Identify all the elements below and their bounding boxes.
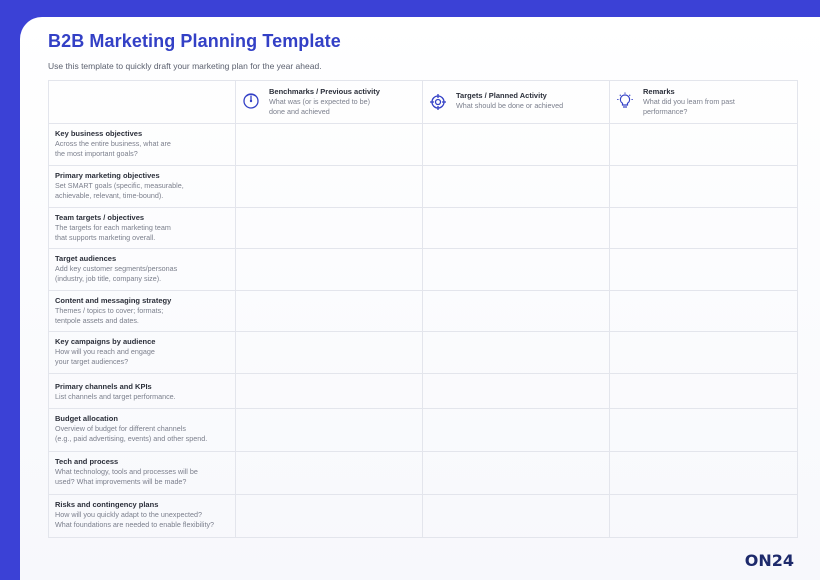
row-description: Add key customer segments/personas (indu… [55,264,178,283]
benchmark-input-cell[interactable] [235,248,423,291]
row-title: Risks and contingency plans [55,500,159,509]
target-input-cell[interactable] [422,290,610,332]
target-input-cell[interactable] [422,451,610,495]
row-label-cell: Key campaigns by audience How will you re… [48,331,236,374]
target-input-cell[interactable] [422,123,610,166]
column-description: What was (or is expected to be) done and… [269,97,371,116]
table-row: Primary channels and KPIs List channels a… [48,373,798,409]
page-title: B2B Marketing Planning Template [48,31,341,51]
benchmark-dial-icon [242,92,260,110]
target-input-cell[interactable] [422,331,610,374]
table-row: Tech and process What technology, tools a… [48,451,798,495]
planning-table: Benchmarks / Previous activity What was … [48,80,798,538]
header-benchmarks: Benchmarks / Previous activity What was … [235,80,423,124]
header-blank-cell [48,80,236,124]
benchmark-input-cell[interactable] [235,165,423,208]
target-input-cell[interactable] [422,165,610,208]
column-description: What did you learn from past performance… [643,97,735,116]
row-description: Set SMART goals (specific, measurable, a… [55,181,184,200]
remarks-input-cell[interactable] [609,494,798,538]
benchmark-input-cell[interactable] [235,123,423,166]
row-description: List channels and target performance. [55,392,176,401]
row-title: Tech and process [55,457,119,466]
benchmark-input-cell[interactable] [235,494,423,538]
row-title: Key business objectives [55,129,143,138]
table-row: Key business objectives Across the entire… [48,123,798,166]
on24-logo: ON24 [745,551,794,570]
table-row: Budget allocation Overview of budget for … [48,408,798,452]
row-label-cell: Target audiences Add key customer segment… [48,248,236,291]
row-description: How will you quickly adapt to the unexpe… [55,510,215,529]
row-label-cell: Content and messaging strategy Themes / t… [48,290,236,332]
remarks-input-cell[interactable] [609,123,798,166]
remarks-input-cell[interactable] [609,331,798,374]
table-row: Primary marketing objectives Set SMART go… [48,165,798,208]
table-row: Key campaigns by audience How will you re… [48,331,798,374]
table-header-row: Benchmarks / Previous activity What was … [48,80,798,124]
row-title: Primary marketing objectives [55,171,160,180]
row-title: Content and messaging strategy [55,296,172,305]
benchmark-input-cell[interactable] [235,290,423,332]
row-label-cell: Key business objectives Across the entire… [48,123,236,166]
row-description: What technology, tools and processes wil… [55,467,198,486]
remarks-input-cell[interactable] [609,207,798,249]
row-description: Across the entire business, what are the… [55,139,171,158]
target-input-cell[interactable] [422,408,610,452]
row-label-cell: Team targets / objectives The targets for… [48,207,236,249]
header-targets: Targets / Planned Activity What should b… [422,80,610,124]
row-label-cell: Tech and process What technology, tools a… [48,451,236,495]
remarks-input-cell[interactable] [609,451,798,495]
lightbulb-icon [616,92,634,110]
planning-template-card: B2B Marketing Planning Template Use this… [20,17,820,580]
row-description: Themes / topics to cover; formats; tentp… [55,306,164,325]
benchmark-input-cell[interactable] [235,451,423,495]
remarks-input-cell[interactable] [609,290,798,332]
row-description: The targets for each marketing team that… [55,223,171,242]
row-title: Budget allocation [55,414,118,423]
remarks-input-cell[interactable] [609,248,798,291]
table-row: Content and messaging strategy Themes / t… [48,290,798,332]
target-input-cell[interactable] [422,207,610,249]
row-description: Overview of budget for different channel… [55,424,208,443]
remarks-input-cell[interactable] [609,408,798,452]
header-remarks: Remarks What did you learn from past per… [609,80,798,124]
row-title: Team targets / objectives [55,213,145,222]
row-label-cell: Risks and contingency plans How will you … [48,494,236,538]
row-title: Key campaigns by audience [55,337,156,346]
target-input-cell[interactable] [422,373,610,409]
table-row: Target audiences Add key customer segment… [48,248,798,291]
benchmark-input-cell[interactable] [235,408,423,452]
row-label-cell: Primary marketing objectives Set SMART go… [48,165,236,208]
table-row: Team targets / objectives The targets for… [48,207,798,249]
table-row: Risks and contingency plans How will you … [48,494,798,538]
row-label-cell: Primary channels and KPIs List channels a… [48,373,236,409]
logo-text: ON24 [744,551,794,570]
benchmark-input-cell[interactable] [235,373,423,409]
target-input-cell[interactable] [422,494,610,538]
page-subtitle: Use this template to quickly draft your … [48,61,322,71]
row-title: Primary channels and KPIs [55,382,152,391]
row-label-cell: Budget allocation Overview of budget for … [48,408,236,452]
remarks-input-cell[interactable] [609,165,798,208]
column-title: Targets / Planned Activity [456,91,547,100]
row-description: How will you reach and engage your targe… [55,347,155,366]
benchmark-input-cell[interactable] [235,331,423,374]
target-crosshair-icon [429,93,447,111]
remarks-input-cell[interactable] [609,373,798,409]
column-description: What should be done or achieved [456,101,564,110]
column-title: Remarks [643,87,675,96]
row-title: Target audiences [55,254,117,263]
benchmark-input-cell[interactable] [235,207,423,249]
column-title: Benchmarks / Previous activity [269,87,380,96]
target-input-cell[interactable] [422,248,610,291]
